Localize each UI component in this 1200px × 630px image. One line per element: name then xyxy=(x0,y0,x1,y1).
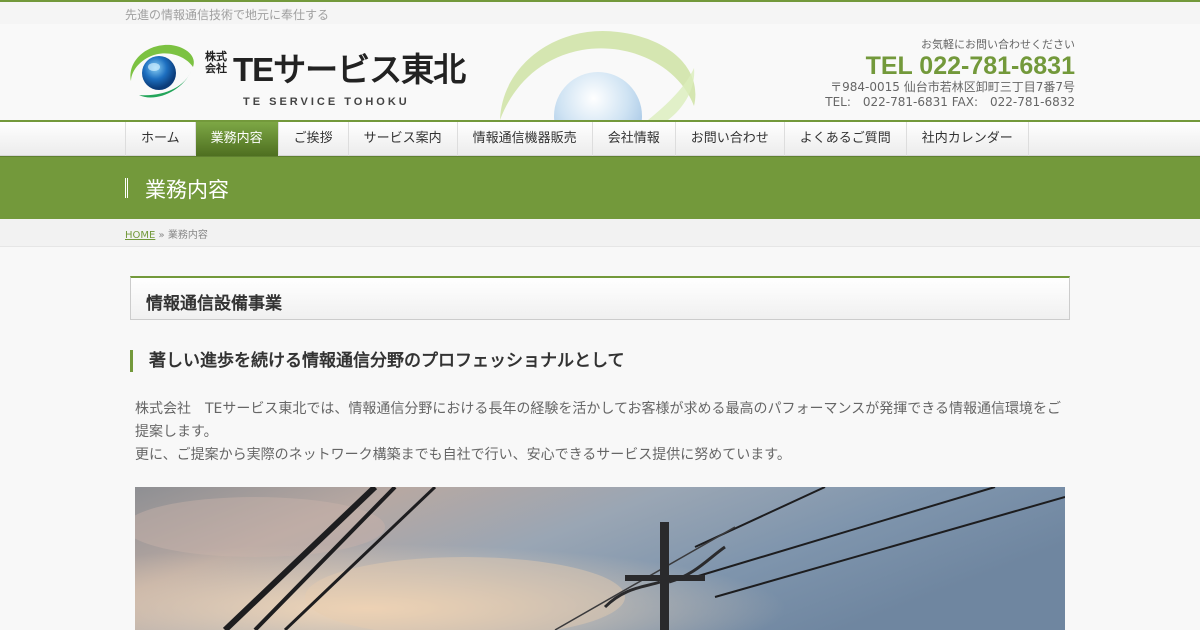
nav-item-home[interactable]: ホーム xyxy=(126,122,196,156)
breadcrumb-band: HOME » 業務内容 xyxy=(0,219,1200,247)
contact-block: お気軽にお問い合わせください TEL 022-781-6831 〒984-001… xyxy=(675,38,1075,110)
nav-item-company[interactable]: 会社情報 xyxy=(593,122,676,156)
top-bar: 先進の情報通信技術で地元に奉仕する xyxy=(0,0,1200,24)
utility-pole-power-lines-photo xyxy=(135,487,1065,630)
body-text: 株式会社 TEサービス東北では、情報通信分野における長年の経験を活かしてお客様が… xyxy=(135,398,1070,467)
breadcrumb-current: 業務内容 xyxy=(167,230,208,241)
contact-tel-fax: TEL: 022-781-6831 FAX: 022-781-6832 xyxy=(825,95,1075,109)
body-paragraph-2: 更に、ご提案から実際のネットワーク構築までも自社で行い、安心できるサービス提供に… xyxy=(135,447,791,463)
nav-item-contact[interactable]: お問い合わせ xyxy=(676,122,785,156)
section-heading: 情報通信設備事業 xyxy=(146,294,282,314)
breadcrumb-separator: » xyxy=(158,230,165,241)
nav-item-equipment-sales[interactable]: 情報通信機器販売 xyxy=(458,122,593,156)
nav-item-business[interactable]: 業務内容 xyxy=(195,122,279,156)
logo-company-name: TEサービス東北 xyxy=(233,51,466,88)
site-tagline: 先進の情報通信技術で地元に奉仕する xyxy=(125,8,330,22)
nav-item-greeting[interactable]: ご挨拶 xyxy=(279,122,349,156)
header-globe-decoration xyxy=(500,30,696,120)
nav-item-calendar[interactable]: 社内カレンダー xyxy=(907,122,1029,156)
contact-tel[interactable]: TEL 022-781-6831 xyxy=(675,52,1075,80)
nav-list: ホーム 業務内容 ご挨拶 サービス案内 情報通信機器販売 会社情報 お問い合わせ… xyxy=(125,122,1029,156)
subheading: 著しい進歩を続ける情報通信分野のプロフェッショナルとして xyxy=(149,351,625,371)
logo-kaisha-text: 株式会社 xyxy=(205,50,227,75)
nav-item-services[interactable]: サービス案内 xyxy=(349,122,458,156)
site-logo[interactable]: 株式会社 TEサービス東北 TE SERVICE TOHOKU xyxy=(125,41,466,108)
section-heading-box: 情報通信設備事業 xyxy=(130,276,1070,320)
body-paragraph-1: 株式会社 TEサービス東北では、情報通信分野における長年の経験を活かしてお客様が… xyxy=(135,401,1061,440)
subheading-block: 著しい進歩を続ける情報通信分野のプロフェッショナルとして xyxy=(130,350,625,372)
page-title: 業務内容 xyxy=(145,178,229,202)
logo-subtitle: TE SERVICE TOHOKU xyxy=(243,96,410,108)
contact-message: お気軽にお問い合わせください xyxy=(921,38,1075,51)
breadcrumb-home-link[interactable]: HOME xyxy=(125,230,155,241)
page-title-band: 業務内容 xyxy=(0,156,1200,219)
nav-item-faq[interactable]: よくあるご質問 xyxy=(785,122,907,156)
title-accent-bar xyxy=(125,178,128,198)
global-nav: ホーム 業務内容 ご挨拶 サービス案内 情報通信機器販売 会社情報 お問い合わせ… xyxy=(0,120,1200,156)
site-header: 株式会社 TEサービス東北 TE SERVICE TOHOKU お気軽にお問い合… xyxy=(0,24,1200,120)
breadcrumb: HOME » 業務内容 xyxy=(125,226,208,241)
contact-address: 〒984-0015 仙台市若林区卸町三丁目7番7号 xyxy=(830,80,1075,94)
globe-swoosh-logo-icon xyxy=(130,44,194,98)
